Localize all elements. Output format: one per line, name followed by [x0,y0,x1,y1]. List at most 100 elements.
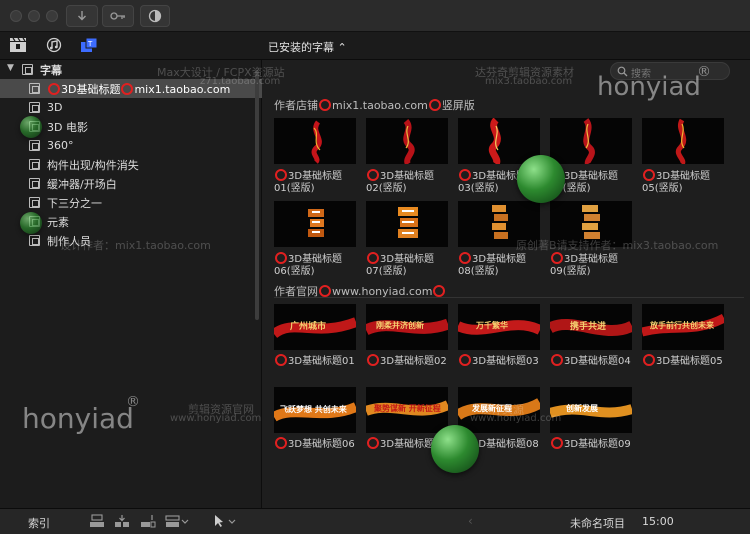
red-circle-icon [275,169,287,181]
red-circle-icon [643,169,655,181]
title-thumbnail[interactable]: 聚势谋新 开新征程 [366,387,448,433]
red-circle-icon [275,252,287,264]
minimize-window-button[interactable] [28,10,40,22]
close-window-button[interactable] [10,10,22,22]
orange-blocks-art [308,209,324,237]
sidebar-item-lower-thirds[interactable]: 下三分之一 [0,193,262,212]
title-variant: 06(竖版) [274,266,315,277]
import-button[interactable] [66,5,98,27]
append-clip-icon[interactable] [140,514,156,528]
title-name: 3D基础标题 [564,254,619,265]
title-thumbnail[interactable] [642,118,724,164]
title-name: 3D基础标题 [288,254,343,265]
orange-blocks-art [398,207,418,238]
back-arrow-icon[interactable]: ‹ [468,514,473,528]
title-thumbnail[interactable] [550,118,632,164]
title-name: 3D基础标题08 [472,439,539,450]
globe-watermark-icon [20,212,42,234]
title-thumbnail[interactable]: 放手前行共创未来 [642,304,724,350]
red-circle-icon [367,437,379,449]
red-circle-icon [275,437,287,449]
title-label: 3D基础标题 05(竖版) [642,169,732,195]
title-thumbnail[interactable]: 飞跃梦想 共创未来 [274,387,356,433]
title-variant: 07(竖版) [366,266,407,277]
disclosure-triangle-icon[interactable]: ▼ [7,63,14,73]
insert-clip-icon[interactable] [114,514,130,528]
red-circle-icon [319,99,331,111]
title-thumbnail[interactable] [274,118,356,164]
sidebar-item-build-in-out[interactable]: 构件出现/构件消失 [0,155,262,174]
thumb-title-text: 携手共进 [570,322,607,332]
title-name: 3D基础标题06 [288,439,355,450]
title-name: 3D基础标题 [472,254,527,265]
title-label: 3D基础标题 01(竖版) [274,169,364,195]
red-circle-icon [551,437,563,449]
sidebar-item-3d[interactable]: 3D [0,98,262,117]
category-icon [29,159,40,170]
titles-folder-icon [22,64,33,75]
category-icon [29,235,40,246]
registered-mark: ® [126,394,140,410]
zoom-window-button[interactable] [46,10,58,22]
title-label: 3D基础标题 02(竖版) [366,169,456,195]
background-tasks-button[interactable] [140,5,170,27]
title-name: 3D基础标题01 [288,356,355,367]
title-thumbnail[interactable] [274,201,356,247]
title-thumbnail[interactable]: 创新发展 [550,387,632,433]
red-circle-icon [367,169,379,181]
title-name: 3D基础标题09 [564,439,631,450]
title-label: 3D基础标题 06(竖版) [274,252,364,278]
red-circle-icon [459,252,471,264]
thumb-title-text: 刚柔并济创新 [376,321,424,330]
red-circle-icon [459,169,471,181]
sidebar-item-label: 字幕 [40,63,62,77]
red-circle-icon [433,285,446,297]
red-circle-icon [643,354,655,366]
connect-clip-icon[interactable] [89,514,105,528]
red-ribbon-vertical-art [583,118,595,164]
music-photo-icon[interactable] [45,37,63,53]
red-circle-icon [48,82,60,95]
title-thumbnail[interactable]: 携手共进 [550,304,632,350]
clapper-icon[interactable] [9,37,27,53]
select-tool-icon[interactable] [212,514,238,528]
sidebar-scrollbar[interactable] [255,70,259,320]
timecode: 15:00 [642,515,674,528]
title-name: 3D基础标题 [656,171,711,182]
title-thumbnail[interactable] [458,118,540,164]
globe-watermark-icon [431,425,479,473]
red-circle-icon [367,354,379,366]
title-thumbnail[interactable] [366,201,448,247]
index-button[interactable]: 索引 [28,515,50,531]
title-label: 3D基础标题06 [274,437,364,451]
keywords-button[interactable] [102,5,134,27]
bottom-bar: 索引 ‹ 未命名项目 15:00 [0,508,750,534]
title-name: 3D基础标题02 [380,356,447,367]
category-icon [29,197,40,208]
overwrite-clip-icon[interactable] [165,514,189,528]
category-icon [29,140,40,151]
red-circle-icon [428,99,441,111]
title-variant: 08(竖版) [458,266,499,277]
watermark-text: mix3.taobao.com [485,76,573,87]
title-thumbnail[interactable]: 广州城市 [274,304,356,350]
title-label: 3D基础标题 07(竖版) [366,252,456,278]
title-thumbnail[interactable]: 刚柔并济创新 [366,304,448,350]
sidebar-item-label: 缓冲器/开场白 [47,177,117,191]
watermark-text: www.honyiad.com [170,413,262,424]
sidebar-item-label: 构件出现/构件消失 [47,158,139,172]
watermark-text: 设计作者：mix1.taobao.com [60,239,211,252]
installed-titles-dropdown[interactable]: 已安装的字幕 ⌃ [268,39,347,55]
sidebar-item-360[interactable]: 360° [0,136,262,155]
project-name[interactable]: 未命名项目 [570,515,625,531]
title-label: 3D基础标题04 [550,354,640,368]
title-thumbnail[interactable]: 万千繁华 [458,304,540,350]
title-label: 3D基础标题05 [642,354,732,368]
titles-generators-icon[interactable]: T [80,37,98,53]
title-variant: 05(竖版) [642,183,683,194]
titles-browser: 作者店铺 mix1.taobao.com 竖屏版 3D基础标题 01(竖版) 3D基础… [263,60,750,508]
title-thumbnail[interactable] [366,118,448,164]
sidebar-item-bumper-opener[interactable]: 缓冲器/开场白 [0,174,262,193]
svg-text:T: T [87,40,93,48]
watermark-text: www.honyiad.com [470,413,562,424]
